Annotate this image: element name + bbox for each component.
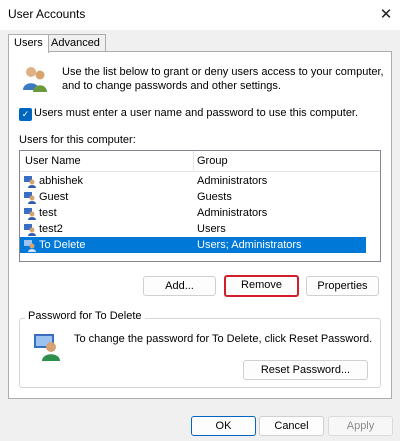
- list-item[interactable]: abhishek Administrators: [20, 173, 366, 189]
- list-header: User Name Group: [20, 151, 380, 172]
- column-header-username[interactable]: User Name: [25, 155, 81, 167]
- column-separator[interactable]: [193, 151, 194, 170]
- require-password-label: Users must enter a user name and passwor…: [34, 107, 359, 119]
- user-group: Administrators: [197, 207, 268, 219]
- password-info-text: To change the password for To Delete, cl…: [74, 333, 373, 345]
- user-group: Users; Administrators: [197, 239, 302, 251]
- list-item[interactable]: test Administrators: [20, 205, 366, 221]
- user-group: Guests: [197, 191, 232, 203]
- password-group-legend: Password for To Delete: [25, 310, 145, 322]
- tab-users[interactable]: Users: [8, 34, 49, 53]
- list-item[interactable]: test2 Users: [20, 221, 366, 237]
- user-name: test2: [39, 223, 63, 235]
- user-name: To Delete: [39, 239, 86, 251]
- users-list-label: Users for this computer:: [19, 134, 136, 146]
- close-icon: ✕: [379, 6, 393, 23]
- ok-button[interactable]: OK: [191, 416, 256, 436]
- close-button[interactable]: ✕: [372, 1, 400, 27]
- require-password-checkbox[interactable]: ✓: [19, 108, 32, 121]
- user-icon: [24, 240, 36, 252]
- user-icon: [24, 208, 36, 220]
- list-item[interactable]: Guest Guests: [20, 189, 366, 205]
- user-name: Guest: [39, 191, 69, 203]
- users-list[interactable]: User Name Group abhishek Administrators …: [19, 150, 381, 262]
- checkmark-icon: ✓: [21, 109, 30, 119]
- users-icon: [23, 67, 47, 92]
- column-header-group[interactable]: Group: [197, 155, 228, 167]
- add-button[interactable]: Add...: [143, 276, 216, 296]
- user-name: test: [39, 207, 57, 219]
- user-icon: [24, 192, 36, 204]
- cancel-button[interactable]: Cancel: [259, 416, 324, 436]
- properties-button[interactable]: Properties: [306, 276, 379, 296]
- user-group: Users: [197, 223, 226, 235]
- list-item-selected[interactable]: To Delete Users; Administrators: [20, 237, 366, 253]
- password-user-icon: [34, 334, 60, 361]
- user-icon: [24, 176, 36, 188]
- apply-button[interactable]: Apply: [328, 416, 393, 436]
- reset-password-button[interactable]: Reset Password...: [243, 360, 368, 380]
- remove-button[interactable]: Remove: [224, 275, 299, 297]
- intro-text: Use the list below to grant or deny user…: [62, 66, 384, 92]
- user-name: abhishek: [39, 175, 84, 187]
- tab-advanced[interactable]: Advanced: [45, 34, 106, 51]
- window-title: User Accounts: [8, 7, 86, 21]
- user-icon: [24, 224, 36, 236]
- user-group: Administrators: [197, 175, 268, 187]
